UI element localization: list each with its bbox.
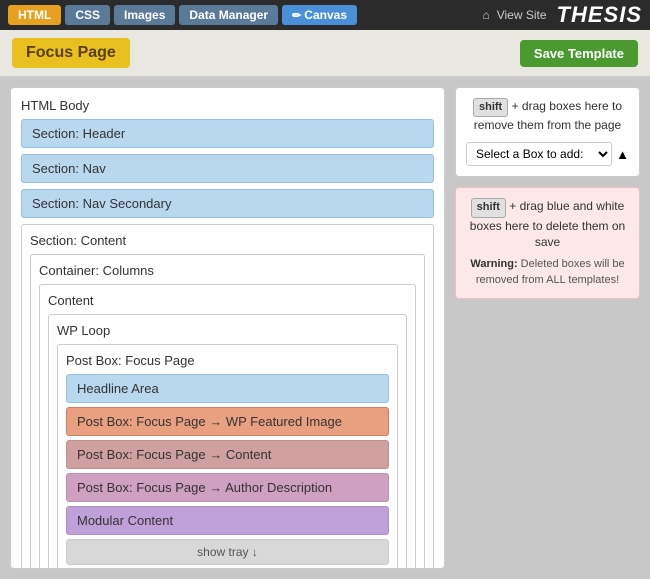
tab-canvas[interactable]: Canvas xyxy=(282,5,357,25)
left-panel: HTML Body Section: Header Section: Nav S… xyxy=(10,87,445,569)
container-columns-label: Container: Columns xyxy=(39,263,416,278)
focus-page-button[interactable]: Focus Page xyxy=(12,38,130,68)
select-box-row: Select a Box to add: ▲ xyxy=(466,142,629,166)
view-site-link[interactable]: View Site xyxy=(482,8,546,22)
tab-css[interactable]: CSS xyxy=(65,5,110,25)
container-columns: Container: Columns Content WP Loop Post … xyxy=(30,254,425,569)
modular-content-item[interactable]: Modular Content xyxy=(66,506,389,535)
section-nav-secondary[interactable]: Section: Nav Secondary xyxy=(21,189,434,218)
drag-remove-card: shift + drag boxes here to remove them f… xyxy=(455,87,640,177)
dropdown-arrow-icon: ▲ xyxy=(616,147,629,162)
section-content: Section: Content Container: Columns Cont… xyxy=(21,224,434,569)
post-box-author-item[interactable]: Post Box: Focus Page → Author Descriptio… xyxy=(66,473,389,502)
drag-delete-card: shift + drag blue and white boxes here t… xyxy=(455,187,640,299)
wp-loop-label: WP Loop xyxy=(57,323,398,338)
tab-images[interactable]: Images xyxy=(114,5,175,25)
select-box-dropdown[interactable]: Select a Box to add: xyxy=(466,142,612,166)
section-content-label: Section: Content xyxy=(30,233,425,248)
warning-text: Warning: Deleted boxes will be removed f… xyxy=(466,257,629,288)
warning-label: Warning: xyxy=(470,258,517,270)
shift-badge-2: shift xyxy=(471,198,506,217)
show-tray-button[interactable]: show tray ↓ xyxy=(66,539,389,565)
save-template-button[interactable]: Save Template xyxy=(520,40,638,67)
html-body-label: HTML Body xyxy=(21,98,434,113)
section-nav[interactable]: Section: Nav xyxy=(21,154,434,183)
nav-right: View Site THESIS xyxy=(482,2,642,28)
shift-badge-1: shift xyxy=(473,98,508,117)
post-box-container: Post Box: Focus Page Headline Area Post … xyxy=(57,344,398,569)
page-header: Focus Page Save Template xyxy=(0,30,650,77)
right-panel: shift + drag boxes here to remove them f… xyxy=(455,87,640,569)
tab-data-manager[interactable]: Data Manager xyxy=(179,5,278,25)
content-label: Content xyxy=(48,293,407,308)
section-header[interactable]: Section: Header xyxy=(21,119,434,148)
drag-delete-text: shift + drag blue and white boxes here t… xyxy=(466,198,629,251)
nav-tabs: HTML CSS Images Data Manager Canvas xyxy=(8,5,357,25)
top-nav: HTML CSS Images Data Manager Canvas View… xyxy=(0,0,650,30)
home-icon xyxy=(482,8,492,22)
headline-area-item[interactable]: Headline Area xyxy=(66,374,389,403)
post-box-label: Post Box: Focus Page xyxy=(66,353,389,368)
tab-html[interactable]: HTML xyxy=(8,5,61,25)
drag-remove-text: shift + drag boxes here to remove them f… xyxy=(466,98,629,134)
post-box-content-item[interactable]: Post Box: Focus Page → Content xyxy=(66,440,389,469)
content-box: Content WP Loop Post Box: Focus Page Hea… xyxy=(39,284,416,569)
view-site-label: View Site xyxy=(497,8,547,22)
canvas-pencil-icon xyxy=(292,8,304,22)
thesis-logo: THESIS xyxy=(557,2,642,28)
main-content: HTML Body Section: Header Section: Nav S… xyxy=(0,77,650,579)
post-box-featured-item[interactable]: Post Box: Focus Page → WP Featured Image xyxy=(66,407,389,436)
wp-loop-box: WP Loop Post Box: Focus Page Headline Ar… xyxy=(48,314,407,569)
